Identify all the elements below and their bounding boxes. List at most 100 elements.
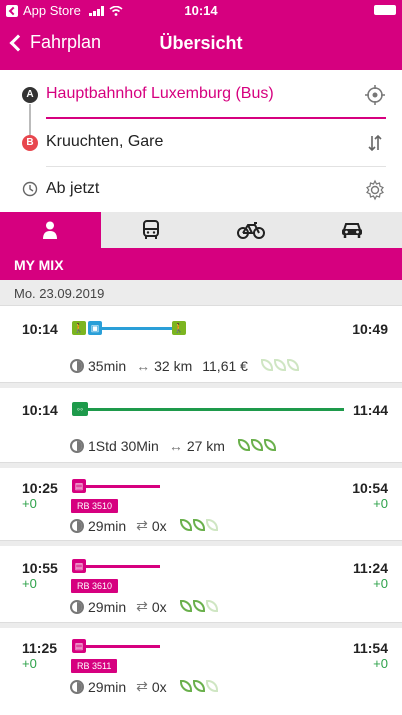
nav-bar: Fahrplan Übersicht: [0, 20, 402, 70]
tab-mix[interactable]: [0, 212, 101, 248]
eco-leaf-icon: [179, 599, 192, 612]
distance-icon: ↔: [136, 358, 151, 374]
train-number: RB 3610: [71, 579, 119, 593]
departure-time: 10:25: [22, 480, 58, 496]
bicycle-icon: [237, 222, 266, 239]
eco-leaf-icon: [273, 359, 286, 371]
bike-segment-line: [88, 408, 344, 411]
eco-leaf-icon: [250, 439, 263, 451]
arrival-time: 11:44: [352, 402, 388, 418]
train-segment-line: [86, 485, 160, 488]
locate-icon[interactable]: [364, 84, 386, 106]
section-title: MY MIX: [0, 248, 402, 280]
time-option-label: Ab jetzt: [46, 180, 100, 197]
eco-rating: [179, 679, 218, 695]
bicycle-icon: ◦◦: [72, 402, 88, 416]
arrival-delay: +0: [373, 656, 388, 671]
arrival-delay: +0: [373, 496, 388, 511]
departure-time: 10:14: [22, 402, 58, 418]
departure-delay: +0: [22, 656, 37, 671]
eco-rating: [237, 438, 276, 454]
origin-label: Hauptbahnhof Luxemburg (Bus): [46, 85, 274, 102]
train-icon: ▤: [72, 479, 86, 493]
connection-card[interactable]: 11:25 +0 ▤ RB 3511 11:54 +0 29min ⇄ 0x: [0, 628, 402, 715]
duration: 1Std 30Min: [88, 438, 159, 454]
origin-badge: A: [22, 87, 38, 103]
arrival-time: 11:24: [352, 560, 388, 576]
battery-icon: [374, 5, 396, 15]
train-icon: ▤: [72, 559, 86, 573]
destination-label: Kruuchten, Gare: [46, 133, 164, 150]
bus-segment-line: [102, 327, 172, 330]
eco-leaf-icon: [192, 518, 205, 531]
eco-leaf-icon: [179, 679, 192, 692]
eco-rating: [179, 599, 218, 615]
eco-leaf-icon: [192, 679, 205, 692]
departure-time: 10:55: [22, 560, 58, 576]
mode-tabs: [0, 212, 402, 248]
transfers-icon: ⇄: [136, 678, 148, 694]
distance: 27 km: [186, 438, 225, 454]
arrival-time: 10:54: [352, 480, 388, 496]
duration-icon: [70, 518, 84, 533]
car-icon: [341, 223, 362, 238]
status-time: 10:14: [184, 3, 218, 18]
departure-delay: +0: [22, 496, 37, 511]
train-number: RB 3511: [71, 659, 118, 673]
connection-card[interactable]: 10:55 +0 ▤ RB 3610 11:24 +0 29min ⇄ 0x: [0, 546, 402, 628]
origin-field[interactable]: A Hauptbahnhof Luxemburg (Bus): [0, 72, 402, 118]
train-segment-line: [86, 565, 160, 568]
transfers-icon: ⇄: [136, 517, 148, 533]
walk-icon: 🚶: [172, 321, 186, 335]
duration: 35min: [88, 358, 127, 374]
bus-icon: ▣: [88, 321, 102, 335]
duration-icon: [70, 359, 84, 373]
departure-time: 11:25: [22, 640, 58, 656]
train-number: RB 3510: [71, 499, 119, 513]
connection-card[interactable]: 10:14 🚶 ▣ 🚶 10:49 35min ↔ 32 km 11,61 €: [0, 306, 402, 388]
transfers: 0x: [151, 598, 167, 615]
eco-leaf-icon: [205, 518, 218, 531]
transfers: 0x: [151, 678, 167, 695]
destination-field[interactable]: B Kruuchten, Gare: [0, 120, 402, 166]
settings-gear-icon[interactable]: [364, 179, 386, 201]
departure-time: 10:14: [22, 321, 58, 337]
tab-car[interactable]: [301, 212, 402, 248]
price: 11,61 €: [202, 358, 248, 374]
duration-icon: [70, 599, 84, 614]
eco-leaf-icon: [192, 599, 205, 612]
departure-delay: +0: [22, 576, 37, 591]
date-header: Mo. 23.09.2019: [0, 280, 402, 306]
eco-leaf-icon: [286, 359, 299, 371]
back-button[interactable]: Fahrplan: [8, 32, 101, 53]
status-bar: App Store 10:14: [0, 0, 402, 20]
time-field[interactable]: Ab jetzt: [0, 167, 402, 213]
eco-leaf-icon: [263, 439, 276, 451]
destination-badge: B: [22, 135, 38, 151]
eco-rating: [260, 358, 299, 374]
train-segment-line: [86, 645, 160, 648]
distance-icon: ↔: [168, 438, 183, 454]
connection-card[interactable]: 10:14 ◦◦ 11:44 1Std 30Min ↔ 27 km: [0, 388, 402, 468]
walk-icon: 🚶: [72, 321, 86, 335]
duration: 29min: [88, 678, 127, 695]
chevron-left-icon: [9, 34, 27, 51]
bus-icon: [142, 220, 159, 239]
duration-icon: [70, 439, 84, 453]
eco-leaf-icon: [205, 679, 218, 692]
person-icon: [43, 221, 58, 239]
tab-bus[interactable]: [100, 212, 201, 248]
connection-card[interactable]: 10:25 +0 ▤ RB 3510 10:54 +0 29min ⇄ 0x: [0, 468, 402, 546]
train-icon: ▤: [72, 639, 86, 653]
tab-bike[interactable]: [201, 212, 302, 248]
arrival-delay: +0: [373, 576, 388, 591]
eco-leaf-icon: [179, 518, 192, 531]
search-panel: A Hauptbahnhof Luxemburg (Bus) B Kruucht…: [0, 70, 402, 212]
transfers: 0x: [151, 517, 167, 534]
distance: 32 km: [154, 358, 193, 374]
swap-icon[interactable]: [364, 132, 386, 154]
eco-leaf-icon: [205, 599, 218, 612]
clock-icon: [22, 181, 38, 197]
duration: 29min: [88, 517, 127, 534]
duration-icon: [70, 679, 84, 694]
